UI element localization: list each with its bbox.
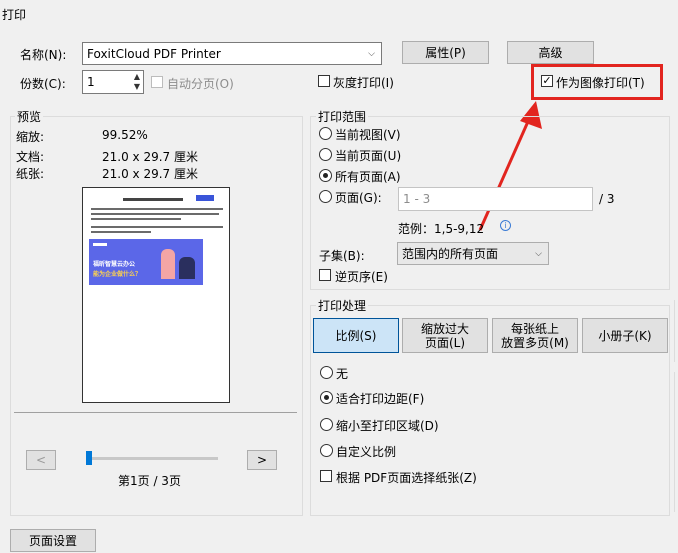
tab-multiple-pages[interactable]: 每张纸上 放置多页(M)	[492, 318, 578, 353]
preview-title: 预览	[15, 108, 44, 125]
info-icon[interactable]: i	[500, 220, 511, 231]
choose-paper-checkbox[interactable]	[320, 470, 332, 482]
banner-figure	[161, 249, 175, 279]
stepper-arrows-icon[interactable]: ▲ ▼	[134, 72, 140, 92]
collate-checkbox[interactable]	[151, 76, 163, 88]
printer-name-label: 名称(N):	[20, 48, 67, 62]
chevron-down-icon: ⌵	[535, 248, 542, 259]
page-setup-button[interactable]: 页面设置	[10, 529, 96, 552]
tab-shrink-oversized[interactable]: 缩放过大 页面(L)	[402, 318, 488, 353]
text-line	[91, 226, 223, 228]
page-slider[interactable]	[86, 451, 218, 465]
range-current-view-radio[interactable]	[319, 127, 332, 140]
custom-scale-radio[interactable]	[320, 444, 333, 457]
range-pages-label: 页面(G):	[335, 191, 382, 205]
banner-text-1: 福昕智慧云办公	[93, 261, 136, 268]
next-page-button[interactable]: >	[247, 450, 277, 470]
document-label: 文档:	[16, 150, 45, 164]
banner-figure	[179, 257, 195, 279]
tab-scale-label: 比例(S)	[335, 328, 377, 343]
chevron-down-icon: ⌵	[368, 48, 375, 59]
subset-select[interactable]: 范围内的所有页面 ⌵	[397, 242, 549, 265]
tab-shrink-label-2: 页面(L)	[424, 335, 466, 350]
custom-scale-label: 自定义比例	[336, 445, 397, 459]
text-line	[91, 213, 219, 215]
reverse-pages-label: 逆页序(E)	[335, 270, 388, 284]
total-pages: / 3	[599, 192, 615, 206]
print-handling-title: 打印处理	[316, 297, 369, 314]
collate-label: 自动分页(O)	[167, 77, 234, 91]
scale-none-label: 无	[336, 367, 349, 381]
zoom-label: 缩放:	[16, 130, 45, 144]
paper-size: 21.0 x 29.7 厘米	[102, 167, 198, 181]
grayscale-label: 灰度打印(I)	[333, 76, 394, 90]
copies-label: 份数(C):	[20, 77, 66, 91]
tab-booklet-label: 小册子(K)	[598, 328, 652, 343]
clipped-panel-edge	[674, 372, 678, 512]
zoom-value: 99.52%	[102, 128, 148, 142]
range-all-pages-label: 所有页面(A)	[335, 170, 401, 184]
document-size: 21.0 x 29.7 厘米	[102, 150, 198, 164]
banner-text-2: 能为企业做什么？	[93, 271, 142, 278]
advanced-button[interactable]: 高级	[507, 41, 594, 64]
pages-input-placeholder: 1 - 3	[403, 192, 431, 206]
subset-select-value: 范围内的所有页面	[402, 247, 499, 261]
range-current-view-label: 当前视图(V)	[335, 128, 401, 142]
tab-scale[interactable]: 比例(S)	[313, 318, 399, 353]
preview-heading-line	[123, 198, 183, 201]
page-preview: 福昕智慧云办公 能为企业做什么？	[82, 187, 230, 403]
range-current-page-label: 当前页面(U)	[335, 149, 402, 163]
grayscale-checkbox[interactable]	[318, 75, 330, 87]
tab-multiple-label-2: 放置多页(M)	[501, 335, 569, 350]
pages-example: 范例：1,5-9,12	[398, 222, 485, 236]
clipped-panel-edge	[674, 300, 678, 362]
printer-select-value: FoxitCloud PDF Printer	[87, 46, 221, 61]
text-line	[91, 231, 151, 233]
tab-multiple-label-1: 每张纸上	[510, 321, 559, 336]
shrink-to-area-label: 缩小至打印区域(D)	[336, 419, 439, 433]
copies-stepper[interactable]: 1 ▲ ▼	[82, 70, 144, 94]
highlight-box	[531, 64, 663, 100]
fit-margins-radio[interactable]	[320, 391, 333, 404]
window-title: 打印	[2, 8, 27, 22]
page-slider-thumb[interactable]	[86, 451, 92, 465]
banner-logo-icon	[93, 243, 107, 246]
text-line	[91, 208, 223, 210]
range-current-page-radio[interactable]	[319, 148, 332, 161]
preview-banner-image: 福昕智慧云办公 能为企业做什么？	[89, 239, 203, 285]
range-all-pages-radio[interactable]	[319, 169, 332, 182]
print-range-title: 打印范围	[316, 108, 369, 125]
range-pages-radio[interactable]	[319, 190, 332, 203]
pages-input[interactable]: 1 - 3	[398, 187, 593, 211]
preview-divider	[14, 412, 297, 413]
shrink-to-area-radio[interactable]	[320, 418, 333, 431]
tab-booklet[interactable]: 小册子(K)	[582, 318, 668, 353]
scale-none-radio[interactable]	[320, 366, 333, 379]
copies-value: 1	[87, 75, 95, 89]
paper-label: 纸张:	[16, 167, 45, 181]
prev-page-button[interactable]: <	[26, 450, 56, 470]
reverse-pages-checkbox[interactable]	[319, 269, 331, 281]
subset-label: 子集(B):	[319, 249, 365, 263]
text-line	[91, 218, 181, 220]
page-indicator: 第1页 / 3页	[118, 474, 181, 488]
logo-icon	[196, 195, 214, 201]
properties-button[interactable]: 属性(P)	[402, 41, 489, 64]
tab-shrink-label-1: 缩放过大	[420, 321, 469, 336]
printer-select[interactable]: FoxitCloud PDF Printer ⌵	[82, 42, 382, 65]
choose-paper-label: 根据 PDF页面选择纸张(Z)	[336, 471, 477, 485]
fit-margins-label: 适合打印边距(F)	[336, 392, 425, 406]
